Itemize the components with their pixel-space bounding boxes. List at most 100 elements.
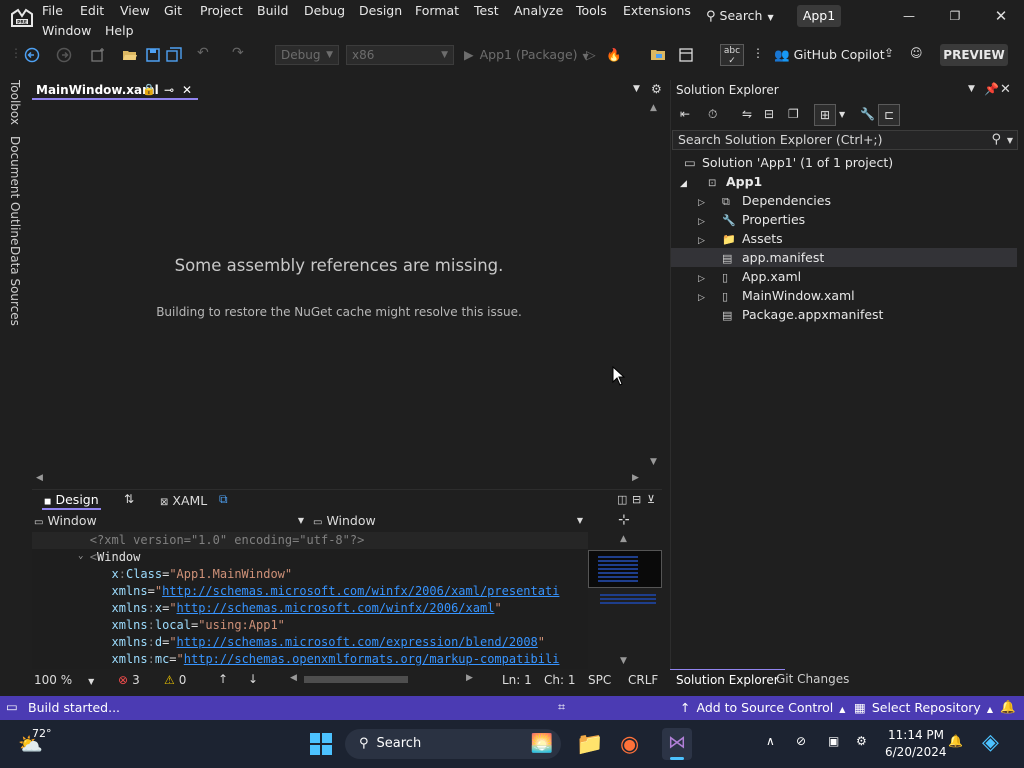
tab-design[interactable]: ◼ Design [42, 490, 101, 510]
previous-issue-icon[interactable]: ↑ [218, 672, 228, 686]
windows-start-icon[interactable] [310, 733, 332, 755]
properties-wrench-icon[interactable]: 🔧 [860, 107, 875, 121]
swap-panes-icon[interactable]: ⇅ [124, 492, 134, 506]
tab-solution-explorer[interactable]: Solution Explorer [670, 669, 785, 690]
undo-icon[interactable]: ↶ [197, 45, 213, 61]
scroll-left-arrow-icon[interactable]: ◀ [290, 673, 297, 683]
collapse-all-icon[interactable]: ⊟ [764, 107, 774, 121]
collapse-region-icon[interactable]: ⌄ [78, 551, 83, 561]
tree-item-assets[interactable]: ▷ 📁 Assets [698, 229, 783, 248]
spell-check-button[interactable]: abc ✓ [720, 44, 744, 66]
overflow-icon[interactable]: ⋮ [752, 46, 768, 62]
code-line[interactable]: xmlns:local="using:App1" [32, 617, 284, 634]
switch-views-icon[interactable]: ⊞ [814, 104, 836, 126]
designer-vertical-scrollbar[interactable]: ▲ ▼ [648, 101, 662, 471]
tree-item-package-appxmanifest[interactable]: ▤ Package.appxmanifest [698, 305, 883, 324]
spacing-mode[interactable]: SPC [588, 673, 611, 687]
close-tab-icon[interactable]: ✕ [182, 80, 192, 100]
code-token[interactable]: http://schemas.microsoft.com/winfx/2006/… [162, 584, 559, 598]
visual-studio-taskbar-icon[interactable]: ⋈ [662, 728, 692, 760]
show-all-files-icon[interactable]: ❐ [788, 107, 799, 121]
zoom-level[interactable]: 100 % ▼ [34, 673, 94, 687]
taskbar-search-box[interactable]: ⚲ Search 🌅 [345, 729, 561, 759]
code-line[interactable]: xmlns:x="http://schemas.microsoft.com/wi… [32, 600, 501, 617]
code-token[interactable]: http://schemas.openxmlformats.org/markup… [184, 652, 560, 666]
code-line[interactable]: <?xml version="1.0" encoding="utf-8"?> [32, 532, 588, 549]
display-icon[interactable]: ▣ [828, 734, 839, 748]
scroll-up-arrow-icon[interactable]: ▲ [650, 103, 657, 113]
toolbox-tab[interactable]: Toolbox [8, 80, 22, 125]
minimize-button[interactable]: — [886, 0, 932, 32]
line-number[interactable]: Ln: 1 [502, 673, 532, 687]
weather-temperature[interactable]: 72° [32, 727, 52, 740]
firefox-icon[interactable]: ◉ [620, 732, 639, 757]
back-to-solution-icon[interactable]: ⇤ [680, 107, 690, 121]
settings-gear-icon[interactable]: ⚙ [651, 82, 662, 96]
start-debugging-button[interactable]: ▶ App1 (Package) ▼ [464, 46, 589, 66]
save-all-icon[interactable] [166, 47, 182, 63]
data-sources-tab[interactable]: Data Sources [8, 246, 22, 326]
share-icon[interactable]: ⇪ [884, 46, 900, 62]
preview-badge[interactable]: PREVIEW [940, 44, 1008, 66]
pending-changes-icon[interactable]: ⏱ [708, 107, 717, 122]
element-navigator-left[interactable]: ▭ Window ▼ [34, 512, 308, 530]
menu-window[interactable]: Window [38, 21, 95, 41]
designer-horizontal-scrollbar[interactable]: ◀ ▶ [32, 473, 646, 487]
warning-count[interactable]: ⚠ 0 [164, 673, 186, 687]
network-icon[interactable]: ⊘ [796, 734, 806, 748]
copilot-preview-icon[interactable]: ◈ [982, 730, 999, 755]
code-line[interactable]: xmlns:mc="http://schemas.openxmlformats.… [32, 651, 559, 668]
github-copilot-button[interactable]: 👥 GitHub Copilot [774, 46, 885, 64]
menu-format[interactable]: Format [411, 1, 463, 21]
menu-design[interactable]: Design [355, 1, 406, 21]
tree-item-mainwindow-xaml[interactable]: ▷ ▯ MainWindow.xaml [698, 286, 855, 305]
notifications-bell-icon[interactable]: 🔔 [1000, 699, 1016, 715]
clock-date[interactable]: 6/20/2024 [885, 745, 947, 759]
column-number[interactable]: Ch: 1 [544, 673, 575, 687]
scroll-down-arrow-icon[interactable]: ▼ [620, 656, 627, 666]
save-icon[interactable] [145, 47, 161, 63]
vertical-split-icon[interactable]: ◫ [617, 493, 627, 506]
show-hidden-icons-chevron[interactable]: ∧ [766, 734, 775, 748]
line-ending[interactable]: CRLF [628, 673, 658, 687]
auto-hide-pin-icon[interactable]: 📌 [984, 82, 999, 96]
scroll-down-arrow-icon[interactable]: ▼ [650, 457, 657, 467]
tab-git-changes[interactable]: Git Changes [770, 669, 855, 690]
code-line[interactable]: xmlns="http://schemas.microsoft.com/winf… [32, 583, 559, 600]
redo-icon[interactable]: ↷ [232, 45, 248, 61]
close-panel-icon[interactable]: ✕ [1000, 82, 1011, 97]
select-repository-button[interactable]: ▦ Select Repository ▲ [854, 700, 993, 715]
new-item-icon[interactable] [90, 47, 106, 63]
solution-name-badge[interactable]: App1 [797, 5, 841, 27]
document-tab-mainwindow[interactable]: MainWindow.xaml 🔒 ⊸ ✕ [32, 80, 198, 100]
menu-git[interactable]: Git [160, 1, 186, 21]
notifications-bell-icon[interactable]: 🔔 [948, 734, 963, 748]
scroll-left-arrow-icon[interactable]: ◀ [36, 473, 43, 483]
file-explorer-icon[interactable]: 📁 [576, 732, 603, 757]
tab-xaml[interactable]: ⊠ XAML [160, 490, 207, 510]
preview-selected-items-icon[interactable]: ⊏ [878, 104, 900, 126]
window-position-chevron-icon[interactable]: ▼ [968, 84, 975, 94]
menu-view[interactable]: View [116, 1, 154, 21]
menu-test[interactable]: Test [470, 1, 503, 21]
sync-active-document-icon[interactable]: ⇋ [742, 107, 752, 121]
menu-project[interactable]: Project [196, 1, 247, 21]
menu-tools[interactable]: Tools [572, 1, 611, 21]
tree-item-properties[interactable]: ▷ 🔧 Properties [698, 210, 805, 229]
split-editor-icon[interactable]: ⊹ [618, 512, 630, 528]
tree-item-app-xaml[interactable]: ▷ ▯ App.xaml [698, 267, 801, 286]
menu-extensions[interactable]: Extensions [619, 1, 695, 21]
hot-reload-icon[interactable]: 🔥 [606, 46, 622, 64]
platform-dropdown[interactable]: x86 ▼ [346, 45, 454, 65]
error-count[interactable]: ⊗ 3 [118, 673, 140, 687]
tree-solution-node[interactable]: ▭ Solution 'App1' (1 of 1 project) [684, 153, 893, 172]
open-file-icon[interactable] [122, 47, 138, 63]
configuration-dropdown[interactable]: Debug ▼ [275, 45, 339, 65]
tab-list-chevron-icon[interactable]: ▼ [633, 84, 640, 94]
solution-explorer-search[interactable]: Search Solution Explorer (Ctrl+;) ⚲ ▼ [672, 130, 1018, 150]
code-line[interactable]: <Window [32, 549, 141, 566]
navigate-back-icon[interactable] [24, 47, 40, 63]
folder-view-icon[interactable] [650, 47, 666, 63]
scroll-up-arrow-icon[interactable]: ▲ [620, 534, 627, 544]
menu-edit[interactable]: Edit [76, 1, 108, 21]
